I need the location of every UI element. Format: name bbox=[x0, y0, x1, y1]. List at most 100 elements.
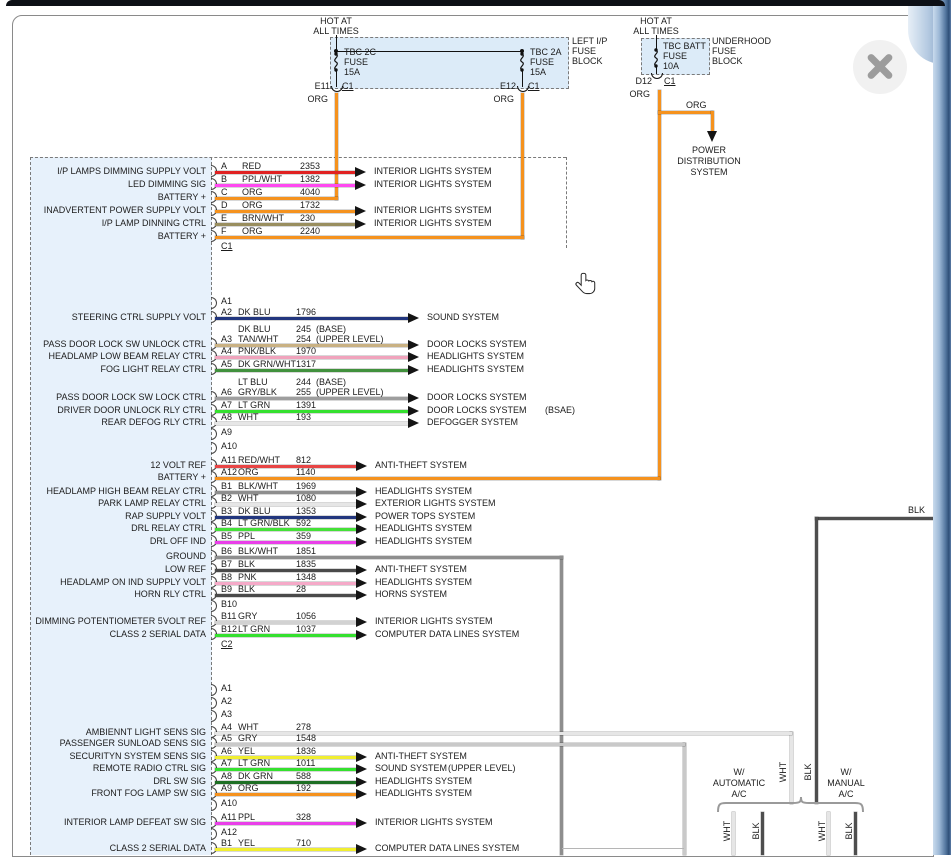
wire-color-A4: PNK/BLK bbox=[238, 346, 276, 356]
underhood-block-label1: UNDERHOOD bbox=[712, 36, 771, 46]
fuse-tbc-2a-label3: 15A bbox=[530, 67, 546, 77]
system-arrow-B7 bbox=[356, 565, 367, 575]
wire-color-A12: ORG bbox=[238, 467, 259, 477]
system-label-A6: DOOR LOCKS SYSTEM bbox=[427, 392, 527, 402]
left-ip-block-label2: FUSE bbox=[572, 46, 596, 56]
system-arrow-A3 bbox=[408, 340, 419, 350]
pin-A3: A3 bbox=[221, 334, 232, 344]
wire-color-A9: ORG bbox=[238, 783, 259, 793]
circuit-number-B1: 1969 bbox=[296, 481, 316, 491]
underhood-block-label3: BLOCK bbox=[712, 56, 743, 66]
wire-F bbox=[215, 236, 524, 239]
pin-A1: A1 bbox=[221, 683, 232, 693]
circuit-number-A2: 1796 bbox=[296, 307, 316, 317]
system-arrow-B3 bbox=[356, 512, 367, 522]
pin-A9: A9 bbox=[221, 427, 232, 437]
pin-A7: A7 bbox=[221, 758, 232, 768]
wire-color-A8: WHT bbox=[238, 412, 259, 422]
circuit-number-A9: 192 bbox=[296, 783, 311, 793]
signal-label-A6: SECURITYN SYSTEM SENS SIG bbox=[30, 751, 206, 761]
wire-note-alt-A6: (BASE) bbox=[316, 377, 346, 387]
wire-E bbox=[215, 223, 355, 226]
pin-A6: A6 bbox=[221, 387, 232, 397]
signal-label-A5: FOG LIGHT RELAY CTRL bbox=[30, 364, 206, 374]
system-arrow-B2 bbox=[356, 499, 367, 509]
system-arrow-A2 bbox=[408, 313, 419, 323]
wire-color-A6: GRY/BLK bbox=[238, 387, 277, 397]
circuit-number-A4: 278 bbox=[296, 722, 311, 732]
pin-B8: B8 bbox=[221, 572, 232, 582]
wire-color-alt-A6: LT BLU bbox=[238, 377, 268, 387]
wire-color-blk-manual: BLK bbox=[844, 816, 854, 846]
signal-label-A: I/P LAMPS DIMMING SUPPLY VOLT bbox=[30, 166, 206, 176]
fuse-tbc-2a-label1: TBC 2A bbox=[530, 47, 562, 57]
signal-label-B1: CLASS 2 SERIAL DATA bbox=[30, 843, 206, 853]
wire-D bbox=[215, 210, 355, 213]
wire-color-org-branch: ORG bbox=[686, 100, 707, 110]
left-ip-block-label1: LEFT I/P bbox=[572, 36, 607, 46]
wiring-diagram: C1ARED2353I/P LAMPS DIMMING SUPPLY VOLTI… bbox=[0, 0, 951, 855]
fuse-tbc-2c bbox=[330, 52, 342, 77]
circuit-number-B6: 1851 bbox=[296, 546, 316, 556]
signal-label-A9: FRONT FOG LAMP SW SIG bbox=[30, 788, 206, 798]
system-label-B12: COMPUTER DATA LINES SYSTEM bbox=[375, 629, 519, 639]
wire-color-A4: WHT bbox=[238, 722, 259, 732]
signal-label-B7: LOW REF bbox=[30, 564, 206, 574]
wire-A6 bbox=[215, 756, 356, 759]
system-label-B7: ANTI-THEFT SYSTEM bbox=[375, 564, 467, 574]
system-label-A7: SOUND SYSTEM bbox=[375, 763, 447, 773]
ac-manual-line3: A/C bbox=[801, 789, 891, 799]
system-label-A8: DEFOGGER SYSTEM bbox=[427, 417, 518, 427]
wire-B5 bbox=[215, 541, 356, 544]
wire-color-wht-feed: WHT bbox=[778, 757, 788, 787]
wire-color-blk-right: BLK bbox=[908, 505, 925, 515]
pin-A7: A7 bbox=[221, 400, 232, 410]
connector-c1-d12[interactable]: C1 bbox=[664, 76, 676, 86]
pin-A11: A11 bbox=[221, 812, 236, 822]
pin-A8: A8 bbox=[221, 771, 232, 781]
pin-A: A bbox=[221, 161, 227, 171]
connector-c1-e12[interactable]: C1 bbox=[528, 81, 540, 91]
fuse-tbc-2c-label2: FUSE bbox=[344, 57, 368, 67]
pin-A4: A4 bbox=[221, 722, 232, 732]
wire-A5 bbox=[215, 743, 685, 746]
window-right-edge[interactable] bbox=[933, 0, 951, 855]
connector-c1-e11[interactable]: C1 bbox=[342, 81, 354, 91]
bcm-connector-c1-label[interactable]: C1 bbox=[221, 241, 233, 251]
circuit-number-B3: 1353 bbox=[296, 506, 316, 516]
wire-org-branch-horiz bbox=[658, 111, 713, 114]
signal-label-D: INADVERTENT POWER SUPPLY VOLT bbox=[30, 205, 206, 215]
bcm-box-top-edge bbox=[30, 157, 566, 158]
left-ip-block-label3: BLOCK bbox=[572, 56, 603, 66]
wire-org-d12-vert bbox=[658, 90, 661, 480]
signal-label-A12: BATTERY + bbox=[30, 472, 206, 482]
circuit-number-B11: 1056 bbox=[296, 611, 316, 621]
wire-color-A7: LT GRN bbox=[238, 400, 270, 410]
circuit-number-B2: 1080 bbox=[296, 493, 316, 503]
system-arrow-A6 bbox=[408, 393, 419, 403]
signal-label-B5: DRL OFF IND bbox=[30, 536, 206, 546]
wire-color-B8: PNK bbox=[238, 572, 257, 582]
wire-B2 bbox=[215, 503, 356, 506]
close-button[interactable] bbox=[853, 40, 907, 94]
fuse-tbc-batt-label1: TBC BATT bbox=[663, 41, 706, 51]
wire-color-A: RED bbox=[242, 161, 261, 171]
signal-label-B8: HEADLAMP ON IND SUPPLY VOLT bbox=[30, 577, 206, 587]
pin-d12: D12 bbox=[628, 76, 652, 86]
signal-label-B1: HEADLAMP HIGH BEAM RELAY CTRL bbox=[30, 486, 206, 496]
pin-cavity-A2 bbox=[211, 697, 217, 709]
pin-A10: A10 bbox=[221, 441, 237, 451]
wire-color-B2: WHT bbox=[238, 493, 259, 503]
wire-B6 bbox=[215, 556, 563, 559]
wire-color-B9: BLK bbox=[238, 584, 255, 594]
feed-tbc-batt bbox=[656, 35, 657, 49]
wire-color-org-e12: ORG bbox=[490, 94, 514, 104]
pin-E: E bbox=[221, 213, 227, 223]
circuit-number-B7: 1835 bbox=[296, 559, 316, 569]
signal-label-A2: STEERING CTRL SUPPLY VOLT bbox=[30, 312, 206, 322]
bcm-connector-c2-label[interactable]: C2 bbox=[221, 639, 233, 649]
signal-label-F: BATTERY + bbox=[30, 231, 206, 241]
pin-A4: A4 bbox=[221, 346, 232, 356]
wire-org-e12-vert bbox=[521, 93, 524, 239]
wire-color-blk-feed: BLK bbox=[803, 757, 813, 787]
